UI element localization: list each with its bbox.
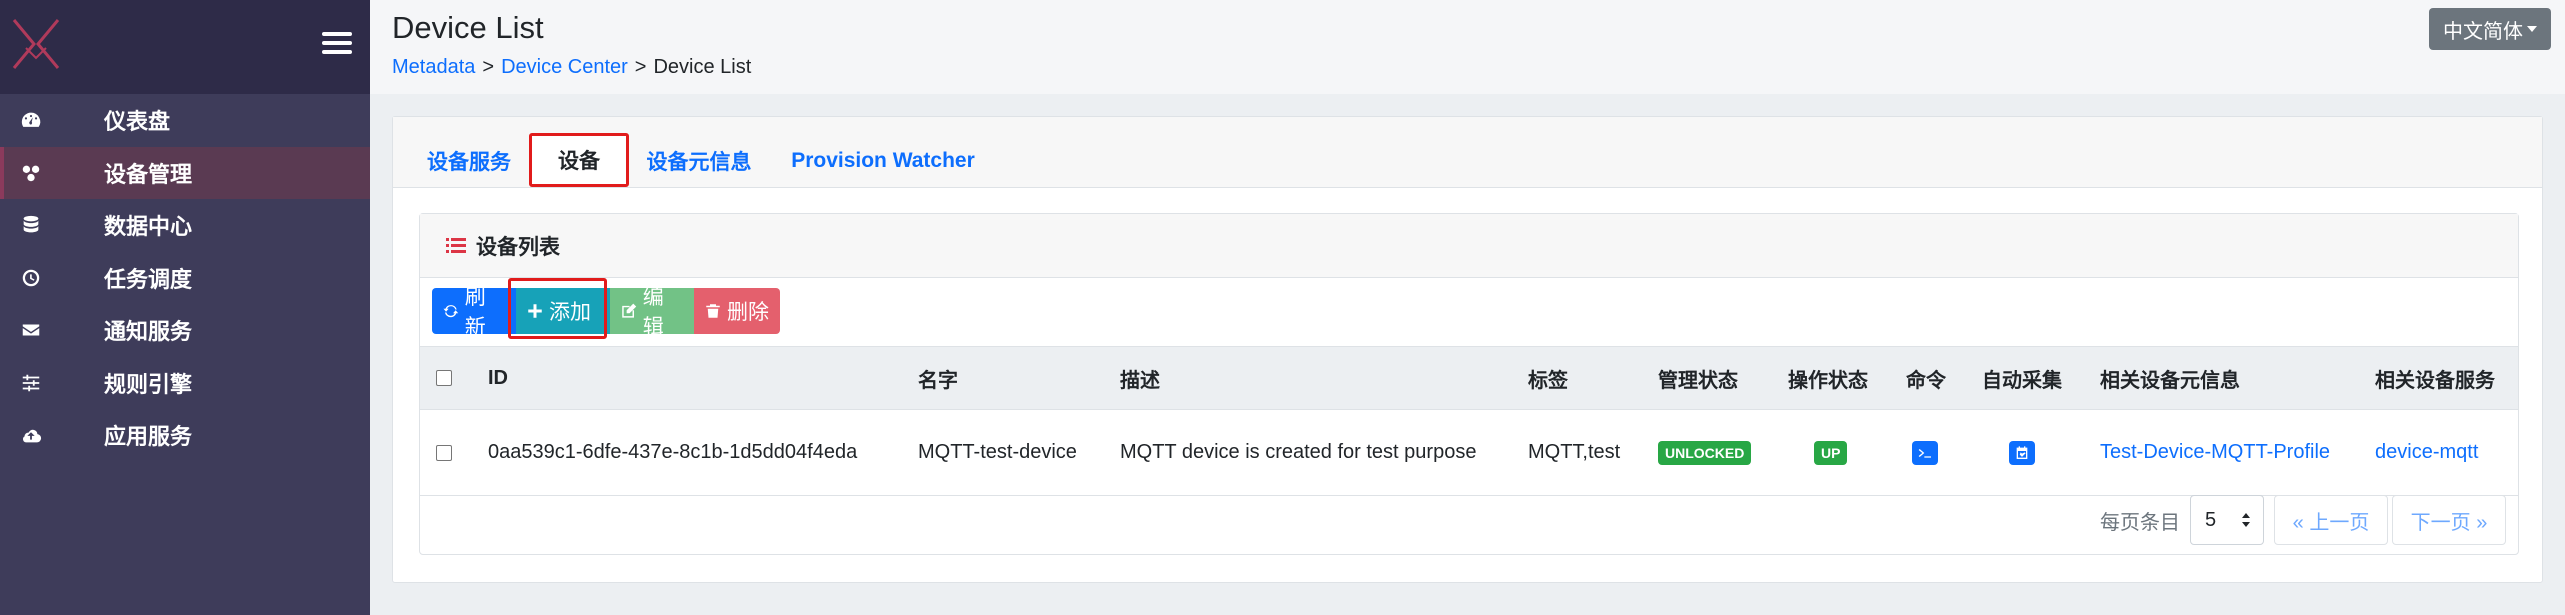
sidebar-item-label: 规则引擎 xyxy=(104,371,193,397)
pagination: 每页条目 5 « 上一页 下一页 » xyxy=(2100,494,2506,546)
table-row[interactable]: 0aa539c1-6dfe-437e-8c1b-1d5dd04f4eda MQT… xyxy=(420,410,2518,496)
cell-labels: MQTT,test xyxy=(1528,441,1621,463)
tab-device[interactable]: 设备 xyxy=(529,133,629,187)
edit-icon xyxy=(622,303,637,318)
menu-toggle-icon[interactable] xyxy=(322,32,352,58)
dashboard-icon xyxy=(16,109,46,131)
column-header: 操作状态 xyxy=(1788,369,1868,392)
device-management-icon xyxy=(16,162,46,184)
clock-icon xyxy=(16,267,46,289)
sidebar-item-label: 设备管理 xyxy=(104,161,193,187)
database-icon xyxy=(16,214,46,236)
column-header: 管理状态 xyxy=(1658,369,1738,392)
language-label: 中文简体 xyxy=(2443,20,2523,43)
sidebar-header xyxy=(0,0,370,94)
sidebar-item-label: 通知服务 xyxy=(104,319,193,345)
row-checkbox[interactable] xyxy=(436,444,452,461)
operating-state-badge: UP xyxy=(1814,440,1848,465)
tab-bar: 设备服务 设备 设备元信息 Provision Watcher xyxy=(393,117,2542,188)
column-header: 命令 xyxy=(1906,369,1946,392)
column-header: 描述 xyxy=(1120,369,1160,392)
next-page-button[interactable]: 下一页 » xyxy=(2392,495,2506,545)
sidebar-item-data-center[interactable]: 数据中心 xyxy=(0,199,370,252)
tab-device-profile[interactable]: 设备元信息 xyxy=(639,133,759,189)
trash-icon xyxy=(706,304,720,318)
main-card: 设备服务 设备 设备元信息 Provision Watcher 设备列表 刷新 … xyxy=(392,116,2543,583)
sidebar-item-task-scheduling[interactable]: 任务调度 xyxy=(0,252,370,305)
cell-id: 0aa539c1-6dfe-437e-8c1b-1d5dd04f4eda xyxy=(488,441,858,463)
select-arrows-icon xyxy=(2242,513,2250,527)
column-header: ID xyxy=(488,366,508,389)
envelope-icon xyxy=(16,319,46,341)
device-list-panel: 设备列表 刷新 添加 编辑 删除 ID 名字 描述 标签 管理状态 操作状态 命… xyxy=(419,213,2519,555)
caret-down-icon xyxy=(2527,26,2537,32)
device-table: ID 名字 描述 标签 管理状态 操作状态 命令 自动采集 相关设备元信息 相关… xyxy=(420,346,2518,496)
delete-button[interactable]: 删除 xyxy=(694,288,780,334)
breadcrumb: Metadata > Device Center > Device List xyxy=(392,56,752,78)
refresh-button[interactable]: 刷新 xyxy=(432,286,516,339)
cell-description: MQTT device is created for test purpose xyxy=(1120,441,1477,463)
sidebar-item-app-services[interactable]: 应用服务 xyxy=(0,409,370,462)
refresh-icon xyxy=(443,305,459,318)
profile-link[interactable]: Test-Device-MQTT-Profile xyxy=(2100,410,2330,495)
sidebar-item-rule-engine[interactable]: 规则引擎 xyxy=(0,357,370,410)
sliders-icon xyxy=(16,372,46,394)
terminal-icon xyxy=(1918,448,1931,458)
sidebar-item-dashboard[interactable]: 仪表盘 xyxy=(0,94,370,147)
language-dropdown[interactable]: 中文简体 xyxy=(2429,8,2551,50)
sidebar-menu: 仪表盘 设备管理 数据中心 任务调度 通知服务 规则引擎 应用服务 xyxy=(0,94,370,462)
cell-name: MQTT-test-device xyxy=(918,441,1077,463)
add-button[interactable]: 添加 xyxy=(516,288,610,334)
toolbar: 刷新 添加 编辑 删除 xyxy=(432,286,780,339)
cloud-upload-icon xyxy=(16,424,46,446)
column-header: 自动采集 xyxy=(1982,369,2062,392)
per-page-select[interactable]: 5 xyxy=(2190,495,2264,545)
select-all-checkbox[interactable] xyxy=(436,370,452,386)
page-header: Device List Metadata > Device Center > Devic… xyxy=(370,0,2565,94)
per-page-label: 每页条目 xyxy=(2100,511,2180,534)
service-link[interactable]: device-mqtt xyxy=(2375,410,2478,495)
page-title: Device List xyxy=(392,10,544,45)
calendar-check-icon xyxy=(2016,445,2028,459)
list-icon xyxy=(446,237,466,253)
sidebar-item-notification[interactable]: 通知服务 xyxy=(0,304,370,357)
panel-title: 设备列表 xyxy=(476,235,560,259)
panel-header: 设备列表 xyxy=(420,214,2518,278)
plus-icon xyxy=(528,304,542,318)
breadcrumb-metadata[interactable]: Metadata xyxy=(392,56,475,78)
tab-provision-watcher[interactable]: Provision Watcher xyxy=(785,133,981,189)
admin-state-badge: UNLOCKED xyxy=(1658,440,1752,465)
sidebar-item-label: 数据中心 xyxy=(104,214,193,240)
breadcrumb-device-center[interactable]: Device Center xyxy=(501,56,628,78)
auto-event-button[interactable] xyxy=(2009,440,2035,465)
command-button[interactable] xyxy=(1912,440,1938,465)
column-header: 相关设备元信息 xyxy=(2100,369,2240,392)
edit-button[interactable]: 编辑 xyxy=(610,286,694,339)
column-header: 标签 xyxy=(1528,369,1568,392)
sidebar-item-label: 仪表盘 xyxy=(104,109,171,135)
breadcrumb-current: Device List xyxy=(653,56,752,78)
column-header: 相关设备服务 xyxy=(2375,369,2495,392)
sidebar-item-label: 任务调度 xyxy=(104,266,193,292)
tab-device-service[interactable]: 设备服务 xyxy=(419,133,519,189)
sidebar-item-device-management[interactable]: 设备管理 xyxy=(0,146,370,199)
logo-icon xyxy=(12,19,60,69)
table-header: ID 名字 描述 标签 管理状态 操作状态 命令 自动采集 相关设备元信息 相关… xyxy=(420,346,2518,410)
sidebar: 仪表盘 设备管理 数据中心 任务调度 通知服务 规则引擎 应用服务 xyxy=(0,0,370,615)
prev-page-button[interactable]: « 上一页 xyxy=(2274,495,2388,545)
column-header: 名字 xyxy=(918,369,958,392)
sidebar-item-label: 应用服务 xyxy=(104,424,193,450)
